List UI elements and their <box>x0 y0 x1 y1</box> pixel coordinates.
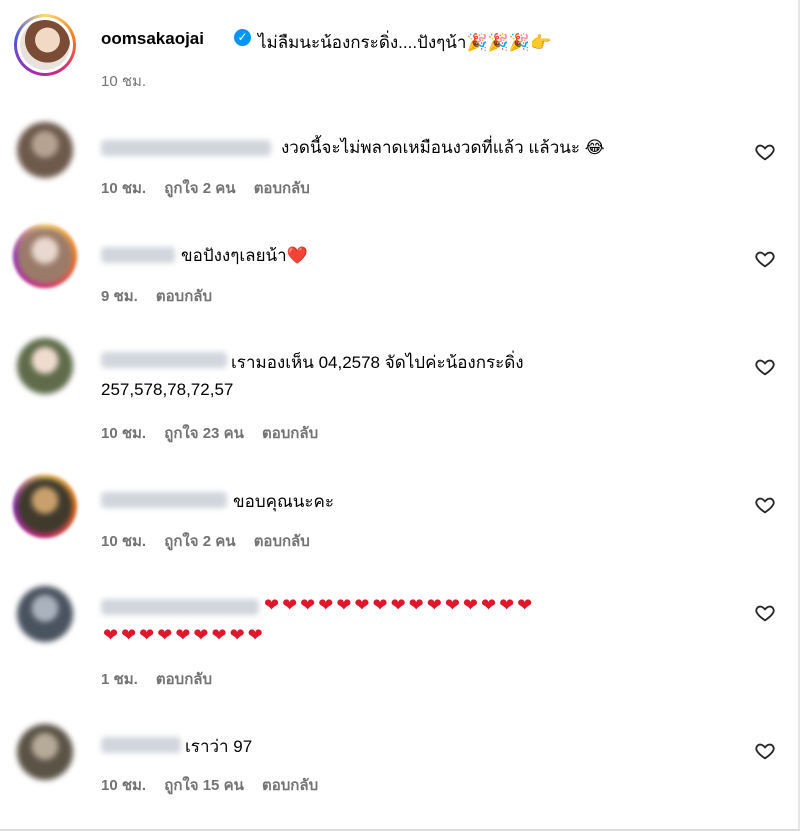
comment-time: 10 ชม. <box>101 180 147 197</box>
reply-button[interactable]: ตอบกลับ <box>262 777 318 794</box>
owner-username[interactable]: oomsakaojai <box>101 29 204 49</box>
reply-button[interactable]: ตอบกลับ <box>156 671 212 688</box>
comment-meta: 9 ชม. ตอบกลับ <box>101 284 226 308</box>
comment-time: 1 ชม. <box>101 671 138 688</box>
comment-text: เราว่า 97 <box>185 737 253 756</box>
comment-time: 10 ชม. <box>101 777 147 794</box>
comment-text-hearts: ❤❤❤❤❤❤❤❤❤❤❤❤❤❤❤ <box>264 595 536 615</box>
like-heart-icon[interactable] <box>754 141 776 163</box>
comment-username-blurred[interactable] <box>101 352 227 368</box>
comment-username-blurred[interactable] <box>101 247 175 263</box>
comment-meta: 10 ชม. ถูกใจ 2 คน ตอบกลับ <box>101 529 324 553</box>
comment-likes[interactable]: ถูกใจ 15 คน <box>164 777 244 794</box>
like-heart-icon[interactable] <box>754 356 776 378</box>
reply-button[interactable]: ตอบกลับ <box>262 425 318 442</box>
comment-username-blurred[interactable] <box>101 737 181 753</box>
comment-text: ขอปังงๆเลยน้า❤️ <box>181 246 308 265</box>
comment-text-hearts-line2: ❤❤❤❤❤❤❤❤❤ <box>103 625 266 645</box>
comment-meta: 1 ชม. ตอบกลับ <box>101 667 226 691</box>
comment-text: เรามองเห็น 04,2578 จัดไปค่ะน้องกระดิ่ง <box>231 353 524 372</box>
post-time: 10 ชม. <box>101 73 147 90</box>
reply-button[interactable]: ตอบกลับ <box>254 533 310 550</box>
comment-text: งวดนี้จะไม่พลาดเหมือนงวดที่แล้ว แล้วนะ 😂 <box>281 138 605 157</box>
caption-emojis: 🎉🎉🎉👉 <box>466 33 552 52</box>
comment-avatar[interactable] <box>17 478 73 534</box>
comment-meta: 10 ชม. ถูกใจ 2 คน ตอบกลับ <box>101 176 324 200</box>
comment-avatar[interactable] <box>17 338 73 394</box>
comment-avatar[interactable] <box>17 228 73 284</box>
reply-button[interactable]: ตอบกลับ <box>254 180 310 197</box>
owner-avatar-inner <box>17 17 73 73</box>
comment-avatar[interactable] <box>17 586 73 642</box>
comment-avatar[interactable] <box>17 122 73 178</box>
comment-meta: 10 ชม. ถูกใจ 15 คน ตอบกลับ <box>101 773 332 797</box>
comment-username-blurred[interactable] <box>101 599 259 615</box>
like-heart-icon[interactable] <box>754 248 776 270</box>
comment-likes[interactable]: ถูกใจ 2 คน <box>164 180 235 197</box>
owner-avatar[interactable] <box>14 14 76 76</box>
verified-badge-icon: ✓ <box>234 29 251 46</box>
owner-avatar-photo <box>20 20 70 70</box>
comment-likes[interactable]: ถูกใจ 2 คน <box>164 533 235 550</box>
caption-text: ไม่ลืมนะน้องกระดิ่ง....ปังๆน้า <box>258 33 467 52</box>
comment-time: 10 ชม. <box>101 425 147 442</box>
comment-time: 10 ชม. <box>101 533 147 550</box>
like-heart-icon[interactable] <box>754 494 776 516</box>
comment-text-line2: 257,578,78,72,57 <box>101 380 234 399</box>
comment-meta: 10 ชม. ถูกใจ 23 คน ตอบกลับ <box>101 421 332 445</box>
comment-username-blurred[interactable] <box>101 492 227 508</box>
comment-likes[interactable]: ถูกใจ 23 คน <box>164 425 244 442</box>
comment-avatar[interactable] <box>17 724 73 780</box>
like-heart-icon[interactable] <box>754 740 776 762</box>
comment-text: ขอบคุณนะคะ <box>233 492 335 511</box>
reply-button[interactable]: ตอบกลับ <box>156 288 212 305</box>
comment-username-blurred[interactable] <box>101 140 271 156</box>
like-heart-icon[interactable] <box>754 602 776 624</box>
comment-time: 9 ชม. <box>101 288 138 305</box>
post-caption: ไม่ลืมนะน้องกระดิ่ง....ปังๆน้า🎉🎉🎉👉 <box>258 29 551 56</box>
